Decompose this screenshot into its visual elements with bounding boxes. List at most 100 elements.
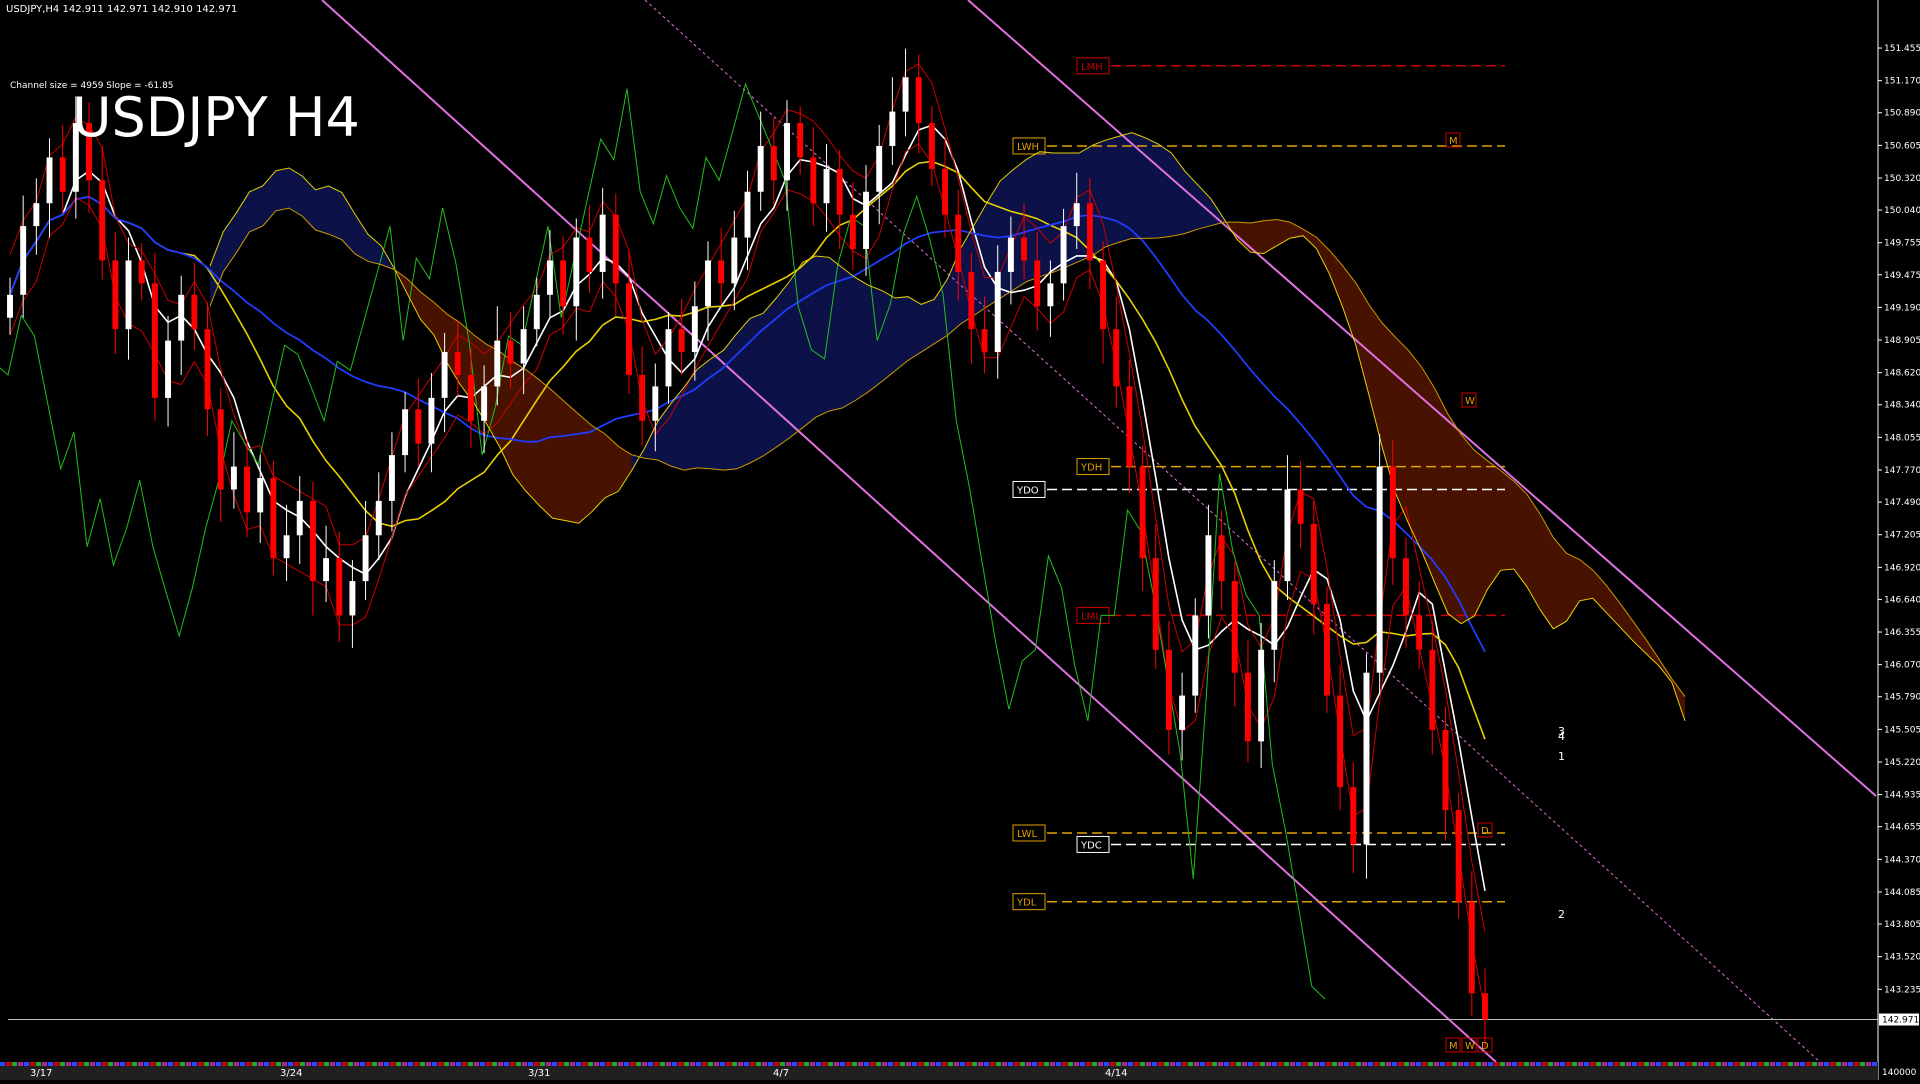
time-axis-stripe <box>1494 1062 1499 1066</box>
time-axis-stripe <box>678 1062 683 1066</box>
time-axis-stripe <box>1224 1062 1229 1066</box>
time-axis-stripe <box>1056 1062 1061 1066</box>
time-axis-stripe <box>1104 1062 1109 1066</box>
time-axis-stripe <box>534 1062 539 1066</box>
time-axis-stripe <box>294 1062 299 1066</box>
time-axis-stripe <box>264 1062 269 1066</box>
price-tick-label: 149.755 <box>1884 239 1920 249</box>
candle-body <box>1047 283 1054 307</box>
time-axis-stripe <box>198 1062 203 1066</box>
time-axis-stripe <box>642 1062 647 1066</box>
kumo-segment <box>578 414 592 524</box>
time-axis-stripe <box>816 1062 821 1066</box>
time-axis-stripe <box>102 1062 107 1066</box>
candle-body <box>336 558 343 616</box>
price-tick-label: 145.505 <box>1884 725 1920 735</box>
kumo-segment <box>1395 337 1409 524</box>
time-axis-stripe <box>1824 1062 1829 1066</box>
time-axis-stripe <box>1758 1062 1763 1066</box>
candle-body <box>797 123 804 158</box>
time-axis-stripe <box>1776 1062 1781 1066</box>
time-axis-stripe <box>1638 1062 1643 1066</box>
time-axis-stripe <box>168 1062 173 1066</box>
chart-big-title: USDJPY H4 <box>72 86 360 149</box>
time-axis-stripe <box>432 1062 437 1066</box>
candle-body <box>244 466 251 513</box>
time-axis-stripe <box>1188 1062 1193 1066</box>
time-axis-stripe <box>1002 1062 1007 1066</box>
time-axis-stripe <box>1518 1062 1523 1066</box>
price-tick-label: 146.920 <box>1884 563 1920 573</box>
time-axis-stripe <box>414 1062 419 1066</box>
time-axis-stripe <box>1350 1062 1355 1066</box>
kumo-segment <box>354 214 369 262</box>
time-axis-stripe <box>96 1062 101 1066</box>
time-axis-stripe <box>984 1062 989 1066</box>
candle-body <box>744 191 751 238</box>
candle-body <box>1218 535 1225 582</box>
time-axis-stripe <box>1818 1062 1823 1066</box>
candle-body <box>20 226 27 295</box>
chart-area[interactable]: LMH LWH YDH YDO LML LWL YDC YDL MWMWDD3412 151.… <box>0 0 1920 1080</box>
time-axis-stripe <box>966 1062 971 1066</box>
candle-body <box>1060 226 1067 284</box>
time-axis-stripe <box>1422 1062 1427 1066</box>
bottom-axis-value: 140000 <box>1882 1068 1917 1078</box>
time-axis-stripe <box>552 1062 557 1066</box>
marker-label: M <box>1449 1041 1458 1052</box>
time-axis-stripe <box>852 1062 857 1066</box>
candle-body <box>1100 260 1107 330</box>
price-tick-label: 148.620 <box>1884 369 1920 379</box>
time-axis-stripe <box>720 1062 725 1066</box>
candle-body <box>1442 729 1449 811</box>
time-axis-stripe <box>876 1062 881 1066</box>
time-axis-stripe <box>756 1062 761 1066</box>
time-axis-stripe <box>1074 1062 1079 1066</box>
time-axis-stripe <box>1590 1062 1595 1066</box>
time-axis-stripe <box>282 1062 287 1066</box>
candle-body <box>33 203 40 227</box>
time-axis-stripe <box>960 1062 965 1066</box>
time-axis-stripe <box>690 1062 695 1066</box>
time-axis-stripe <box>1752 1062 1757 1066</box>
time-axis-stripe <box>1524 1062 1529 1066</box>
time-axis-stripe <box>1080 1062 1085 1066</box>
kumo-segment <box>1158 144 1172 239</box>
candle-body <box>151 283 158 398</box>
time-axis-stripe <box>144 1062 149 1066</box>
kumo-segment <box>210 231 224 307</box>
time-axis-stripe <box>132 1062 137 1066</box>
time-axis-stripe <box>36 1062 41 1066</box>
time-axis-stripe <box>1584 1062 1589 1066</box>
time-axis-stripe <box>564 1062 569 1066</box>
chart-svg[interactable]: LMHLWHYDHYDOLMLLWLYDCYDL M WMWDD3412 151.… <box>0 0 1920 1080</box>
current-price-label: 142.971 <box>1882 1016 1919 1026</box>
candle-body <box>1086 203 1093 261</box>
time-axis-stripe <box>384 1062 389 1066</box>
level-label: LML <box>1081 611 1101 622</box>
time-axis-stripe <box>1332 1062 1337 1066</box>
chart-info-text: USDJPY,H4 142.911 142.971 142.910 142.97… <box>6 4 237 15</box>
time-axis-stripe <box>228 1062 233 1066</box>
candle-body <box>1271 581 1278 650</box>
time-axis-stripe <box>216 1062 221 1066</box>
candle-body <box>415 409 422 444</box>
kumo-segment <box>1105 136 1119 247</box>
level-label: YDL <box>1016 898 1037 909</box>
time-axis-stripe <box>1290 1062 1295 1066</box>
time-axis-stripe <box>528 1062 533 1066</box>
time-axis-stripe <box>1830 1062 1835 1066</box>
time-axis-stripe <box>486 1062 491 1066</box>
time-axis-stripe <box>1446 1062 1451 1066</box>
time-axis-stripe <box>1368 1062 1373 1066</box>
time-axis-stripe <box>492 1062 497 1066</box>
time-axis-stripe <box>570 1062 575 1066</box>
time-axis-stripe <box>1410 1062 1415 1066</box>
candle-body <box>1403 558 1409 616</box>
time-axis-stripe <box>1644 1062 1649 1066</box>
time-axis-stripe <box>810 1062 815 1066</box>
chart-text: USDJPY,H4 142.911 142.971 142.910 142.97… <box>6 4 360 149</box>
candle-body <box>533 294 540 330</box>
kumo-segment <box>1355 282 1369 395</box>
time-axis-stripe <box>138 1062 143 1066</box>
